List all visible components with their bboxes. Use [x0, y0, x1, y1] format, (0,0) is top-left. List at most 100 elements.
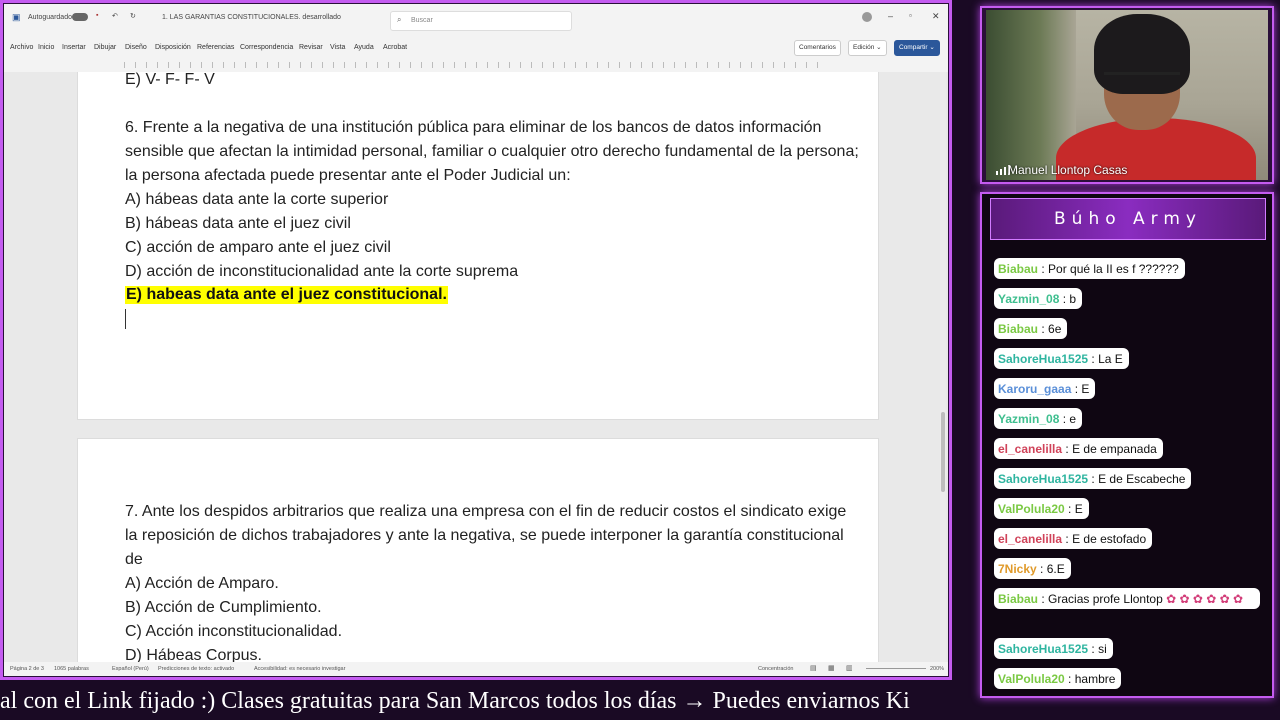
ticker-text: al con el Link fijado :) Clases gratuita… [0, 688, 910, 714]
focus-mode-button[interactable]: Concentración [758, 666, 793, 672]
chat-text: 6.E [1046, 562, 1065, 576]
chat-username[interactable]: ValPolula20 [998, 502, 1065, 516]
chat-text: Por qué la II es f ?????? [1048, 262, 1179, 276]
word-logo-icon: ▣ [12, 12, 21, 22]
chat-text: E de estofado [1072, 532, 1147, 546]
chat-username[interactable]: SahoreHua1525 [998, 472, 1088, 486]
vertical-scrollbar[interactable] [940, 72, 946, 662]
avatar[interactable] [862, 12, 872, 22]
question-text: 7. Ante los despidos arbitrarios que rea… [125, 503, 847, 520]
autosave-toggle[interactable] [72, 13, 88, 21]
zoom-slider[interactable] [866, 668, 926, 669]
ruler[interactable] [4, 58, 948, 73]
option-line: D) Hábeas Corpus. [125, 647, 262, 662]
document-page[interactable]: 7. Ante los despidos arbitrarios que rea… [77, 438, 879, 662]
scrolling-ticker: al con el Link fijado :) Clases gratuita… [0, 686, 952, 720]
chat-panel: Búho Army Biabau : Por qué la II es f ??… [980, 192, 1274, 698]
chat-text: hambre [1074, 672, 1116, 686]
editing-button[interactable]: Edición ⌄ [848, 40, 887, 56]
zoom-level[interactable]: 200% [930, 666, 944, 672]
tab-revisar[interactable]: Revisar [299, 44, 323, 51]
chat-message: SahoreHua1525 : La E [994, 348, 1129, 369]
search-icon: ⌕ [397, 15, 402, 24]
chat-username[interactable]: Karoru_gaaa [998, 382, 1071, 396]
question-text: sensible que afectan la intimidad person… [125, 143, 859, 160]
close-icon[interactable]: ✕ [932, 11, 940, 22]
document-title[interactable]: 1. LAS GARANTIAS CONSTITUCIONALES. desar… [162, 14, 341, 21]
print-layout-icon[interactable]: ▦ [828, 664, 835, 672]
tab-inicio[interactable]: Inicio [38, 44, 54, 51]
save-icon[interactable]: ▪ [96, 12, 98, 19]
tab-dibujar[interactable]: Dibujar [94, 44, 116, 51]
document-page[interactable]: E) V- F- F- V 6. Frente a la negativa de… [77, 72, 879, 420]
chat-message: 7Nicky : 6.E [994, 558, 1071, 579]
option-line: B) Acción de Cumplimiento. [125, 599, 322, 616]
chat-username[interactable]: Biabau [998, 262, 1038, 276]
redo-icon[interactable]: ↻ [130, 12, 136, 20]
flower-emoji-icon: ✿ ✿ ✿ ✿ ✿ ✿ [1166, 592, 1244, 606]
chat-username[interactable]: SahoreHua1525 [998, 352, 1088, 366]
chat-message: Karoru_gaaa : E [994, 378, 1096, 399]
tab-vista[interactable]: Vista [330, 44, 345, 51]
share-button[interactable]: Compartir ⌄ [894, 40, 940, 56]
chat-username[interactable]: el_canelilla [998, 442, 1062, 456]
maximize-icon[interactable]: ▫ [909, 11, 912, 20]
web-layout-icon[interactable]: ▥ [846, 664, 853, 672]
presenter-name: Manuel Llontop Casas [1008, 163, 1128, 177]
share-label: Compartir [899, 44, 928, 51]
language-status[interactable]: Español (Perú) [112, 666, 149, 672]
page-count[interactable]: Página 2 de 3 [10, 666, 44, 672]
search-placeholder: Buscar [411, 17, 433, 24]
search-input[interactable]: ⌕ Buscar [390, 11, 572, 31]
read-mode-icon[interactable]: ▤ [810, 664, 817, 672]
word-window: ▣ Autoguardado ▪ ↶ ↻ 1. LAS GARANTIAS CO… [4, 4, 948, 676]
comments-button[interactable]: Comentarios [794, 40, 841, 56]
document-area[interactable]: E) V- F- F- V 6. Frente a la negativa de… [4, 72, 948, 662]
chat-text: b [1069, 292, 1077, 306]
chat-username[interactable]: Yazmin_08 [998, 412, 1059, 426]
tab-diseno[interactable]: Diseño [125, 44, 147, 51]
tab-insertar[interactable]: Insertar [62, 44, 86, 51]
scrollbar-thumb[interactable] [941, 412, 945, 492]
chat-text: E [1081, 382, 1090, 396]
word-count[interactable]: 1065 palabras [54, 666, 89, 672]
tab-acrobat[interactable]: Acrobat [383, 44, 407, 51]
chat-username[interactable]: ValPolula20 [998, 672, 1065, 686]
tab-correspondencia[interactable]: Correspondencia [240, 44, 293, 51]
tab-ayuda[interactable]: Ayuda [354, 44, 374, 51]
chat-title: Búho Army [1054, 209, 1202, 229]
chat-username[interactable]: 7Nicky [998, 562, 1037, 576]
ribbon-tabs: Archivo Inicio Insertar Dibujar Diseño D… [4, 34, 948, 58]
chat-message: SahoreHua1525 : E de Escabeche [994, 468, 1192, 489]
undo-icon[interactable]: ↶ [112, 12, 118, 20]
minimize-icon[interactable]: – [888, 11, 893, 21]
webcam-frame: Manuel Llontop Casas [980, 6, 1274, 184]
text-predictions-status[interactable]: Predicciones de texto: activado [158, 666, 234, 672]
chat-username[interactable]: Biabau [998, 322, 1038, 336]
tab-referencias[interactable]: Referencias [197, 44, 234, 51]
tab-disposicion[interactable]: Disposición [155, 44, 191, 51]
chat-text: La E [1098, 352, 1123, 366]
option-line: A) hábeas data ante la corte superior [125, 191, 389, 208]
option-line: C) Acción inconstitucionalidad. [125, 623, 343, 640]
option-line: B) hábeas data ante el juez civil [125, 215, 351, 232]
autosave-label: Autoguardado [28, 14, 72, 21]
comments-label: Comentarios [799, 44, 836, 51]
question-text: de [125, 551, 143, 568]
chat-message: el_canelilla : E de empanada [994, 438, 1163, 459]
chat-text: E de empanada [1072, 442, 1157, 456]
ruler-scale [124, 62, 824, 68]
question-text: 6. Frente a la negativa de una instituci… [125, 119, 822, 136]
chat-message: Biabau : Gracias profe Llontop ✿ ✿ ✿ ✿ ✿… [994, 588, 1260, 609]
chat-username[interactable]: el_canelilla [998, 532, 1062, 546]
tab-archivo[interactable]: Archivo [10, 44, 33, 51]
chat-username[interactable]: SahoreHua1525 [998, 642, 1088, 656]
accessibility-status[interactable]: Accesibilidad: es necesario investigar [254, 666, 345, 672]
chat-text: 6e [1048, 322, 1062, 336]
chat-message: ValPolula20 : hambre [994, 668, 1122, 689]
chat-username[interactable]: Biabau [998, 592, 1038, 606]
chat-username[interactable]: Yazmin_08 [998, 292, 1059, 306]
chat-message: Yazmin_08 : b [994, 288, 1083, 309]
question-text: la reposición de dichos trabajadores y a… [125, 527, 844, 544]
presenter-glasses [1104, 72, 1180, 87]
